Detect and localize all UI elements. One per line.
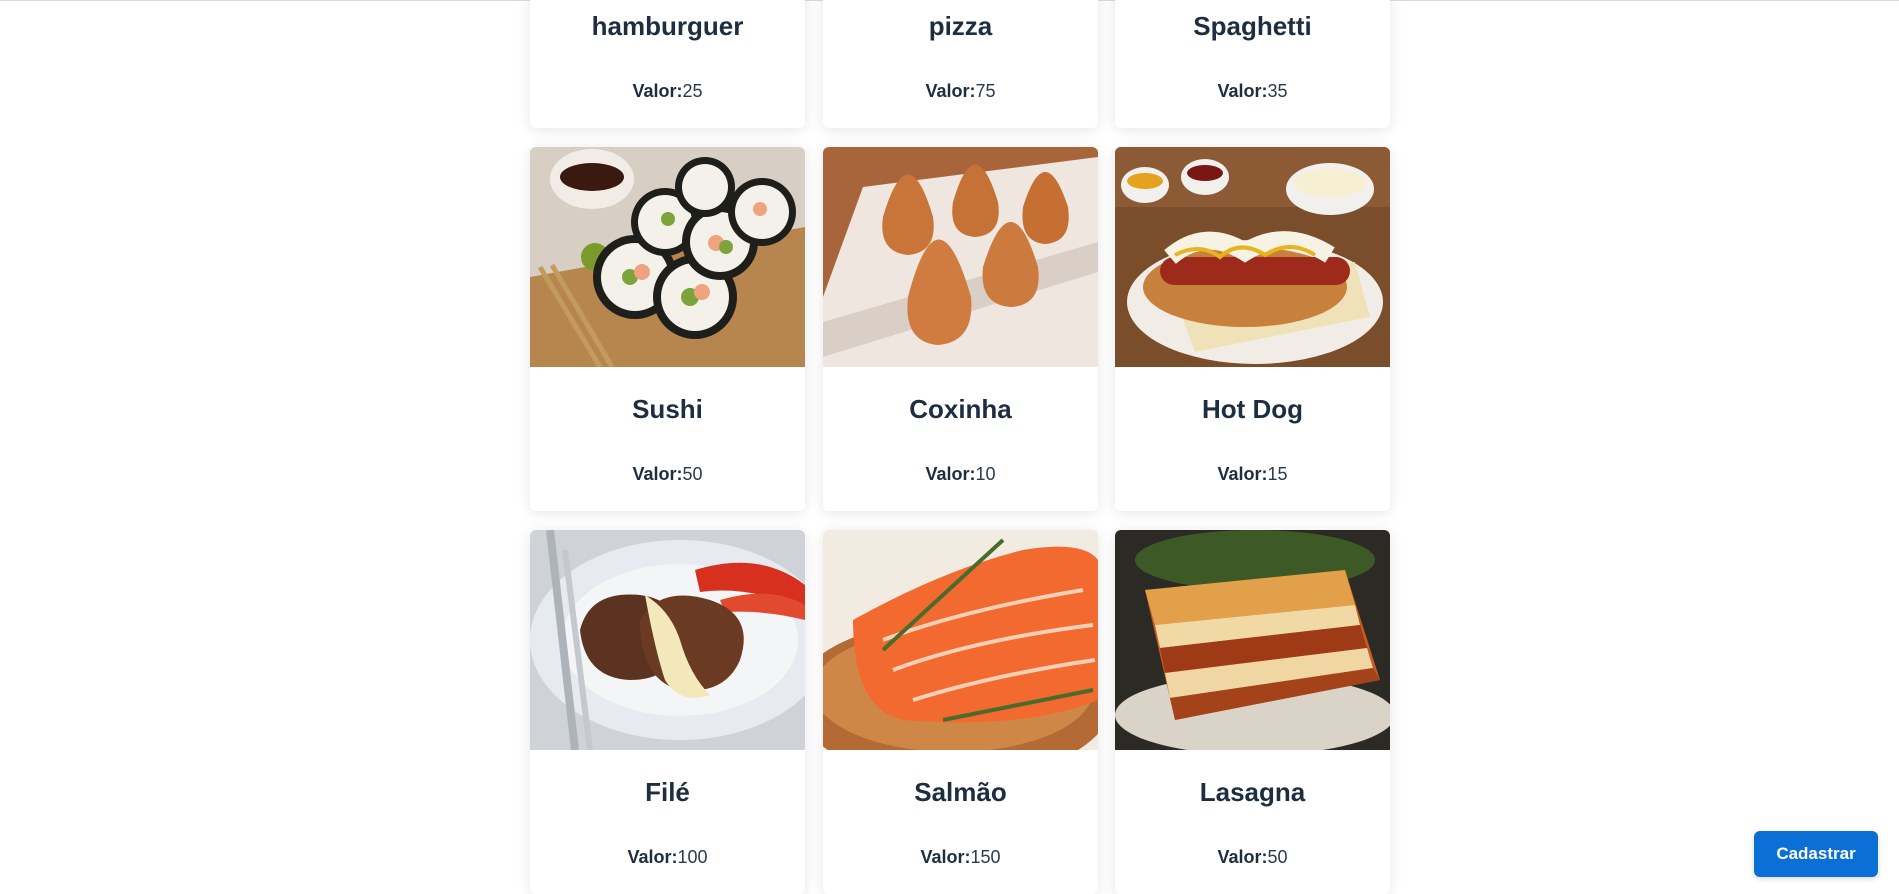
coxinha-image	[823, 147, 1098, 367]
product-card[interactable]: Coxinha Valor:10	[823, 147, 1098, 511]
price-label: Valor:	[1217, 81, 1268, 101]
product-card[interactable]: Sushi Valor:50	[530, 147, 805, 511]
product-price: Valor:50	[1115, 847, 1390, 868]
product-price: Valor:100	[530, 847, 805, 868]
product-name: Filé	[645, 777, 690, 807]
product-price: Valor:35	[1115, 81, 1390, 102]
price-label: Valor:	[920, 847, 971, 867]
product-price: Valor:150	[823, 847, 1098, 868]
price-value: 15	[1267, 464, 1288, 484]
product-price: Valor:50	[530, 464, 805, 485]
sushi-image	[530, 147, 805, 367]
product-card[interactable]: Lasagna Valor:50	[1115, 530, 1390, 894]
register-button[interactable]: Cadastrar	[1754, 831, 1878, 877]
product-grid: hamburguer Valor:25 pizza Valor:75 Spagh…	[530, 0, 1390, 894]
price-value: 150	[970, 847, 1001, 867]
price-label: Valor:	[632, 464, 683, 484]
product-image	[823, 530, 1098, 750]
product-image	[1115, 147, 1390, 367]
lasagna-image	[1115, 530, 1390, 750]
product-name: Salmão	[914, 777, 1007, 807]
product-image	[530, 147, 805, 367]
product-name: Coxinha	[909, 394, 1012, 424]
product-name: pizza	[928, 11, 993, 41]
product-name: Hot Dog	[1201, 394, 1304, 424]
price-value: 10	[975, 464, 996, 484]
product-name: Spaghetti	[1193, 11, 1312, 41]
price-value: 50	[682, 464, 703, 484]
price-value: 50	[1267, 847, 1288, 867]
product-card[interactable]: Salmão Valor:150	[823, 530, 1098, 894]
product-card[interactable]: pizza Valor:75	[823, 0, 1098, 128]
product-card[interactable]: Hot Dog Valor:15	[1115, 147, 1390, 511]
hot-dog-image	[1115, 147, 1390, 367]
price-value: 100	[677, 847, 708, 867]
product-image	[1115, 530, 1390, 750]
product-image	[530, 530, 805, 750]
product-image	[823, 147, 1098, 367]
price-label: Valor:	[925, 464, 976, 484]
price-label: Valor:	[627, 847, 678, 867]
price-label: Valor:	[925, 81, 976, 101]
product-card[interactable]: Filé Valor:100	[530, 530, 805, 894]
price-label: Valor:	[632, 81, 683, 101]
product-name: Lasagna	[1199, 777, 1306, 807]
price-label: Valor:	[1217, 464, 1268, 484]
product-card[interactable]: hamburguer Valor:25	[530, 0, 805, 128]
file-steak-image	[530, 530, 805, 750]
product-name: Sushi	[632, 394, 703, 424]
product-price: Valor:15	[1115, 464, 1390, 485]
salmao-image	[823, 530, 1098, 750]
price-value: 25	[682, 81, 703, 101]
product-price: Valor:75	[823, 81, 1098, 102]
product-price: Valor:25	[530, 81, 805, 102]
price-value: 75	[975, 81, 996, 101]
product-name: hamburguer	[591, 11, 744, 41]
price-value: 35	[1267, 81, 1288, 101]
product-price: Valor:10	[823, 464, 1098, 485]
price-label: Valor:	[1217, 847, 1268, 867]
product-card[interactable]: Spaghetti Valor:35	[1115, 0, 1390, 128]
